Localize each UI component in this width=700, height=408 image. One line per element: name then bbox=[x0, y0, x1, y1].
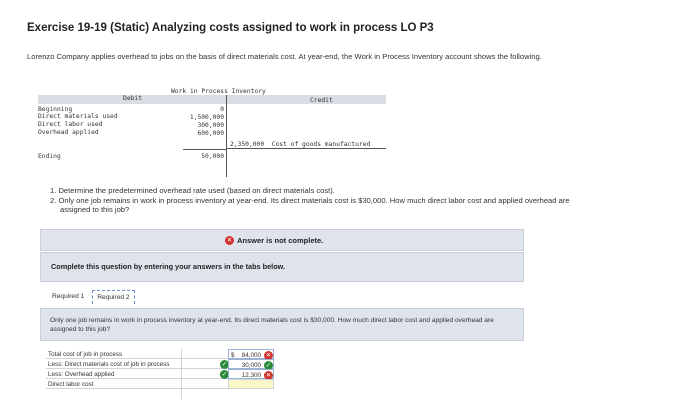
table-row: Less: Overhead applied ✓ 12,300 ✕ bbox=[46, 369, 274, 380]
debit-row-label: Direct materials used bbox=[38, 113, 118, 120]
debit-header: Debit bbox=[38, 95, 148, 104]
required-2-question-box: Only one job remains in work in process … bbox=[40, 308, 524, 341]
answer-status-banner: ✕ Answer is not complete. bbox=[40, 229, 524, 251]
credit-row-label: Cost of goods manufactured bbox=[271, 141, 371, 148]
row-label: Less: Overhead applied bbox=[48, 370, 115, 378]
t-account-divider bbox=[226, 95, 227, 177]
page-title: Exercise 19-19 (Static) Analyzing costs … bbox=[27, 22, 434, 34]
t-account-title: Work in Process Inventory bbox=[171, 88, 266, 95]
tab-required-1[interactable]: Required 1 bbox=[48, 290, 88, 304]
intro-text: Lorenzo Company applies overhead to jobs… bbox=[27, 52, 542, 61]
debit-row-value: 1,500,000 bbox=[189, 114, 224, 121]
row-label: Less: Direct materials cost of job in pr… bbox=[48, 360, 170, 368]
ending-sum-line bbox=[183, 149, 226, 150]
instructions-box: Complete this question by entering your … bbox=[40, 252, 524, 282]
debit-row-value: 600,000 bbox=[197, 130, 224, 137]
dollar-sign: $ bbox=[231, 351, 235, 359]
tab-bar: Required 1 Required 2 bbox=[48, 290, 135, 306]
row-label: Total cost of job in process bbox=[48, 350, 123, 358]
overhead-applied-input[interactable]: 12,300 ✕ bbox=[228, 369, 274, 380]
direct-labor-cost-cell bbox=[228, 379, 274, 389]
question-list: 1. Determine the predetermined overhead … bbox=[50, 186, 590, 215]
x-circle-icon: ✕ bbox=[225, 236, 234, 245]
required-2-question: Only one job remains in work in process … bbox=[50, 317, 494, 333]
answer-table: Total cost of job in process $ 84,000 ✕ … bbox=[46, 349, 274, 389]
total-cost-input[interactable]: $ 84,000 ✕ bbox=[228, 349, 274, 360]
t-account: Work in Process Inventory Debit Credit B… bbox=[38, 88, 386, 178]
credit-header: Credit bbox=[310, 97, 333, 104]
debit-row-label: Overhead applied bbox=[38, 129, 99, 136]
table-row: Total cost of job in process $ 84,000 ✕ bbox=[46, 349, 274, 360]
credit-underline bbox=[226, 148, 386, 149]
table-row: Direct labor cost bbox=[46, 379, 274, 389]
input-value: 12,300 bbox=[241, 371, 261, 379]
input-value: 84,000 bbox=[241, 351, 261, 359]
credit-row-value: 2,350,000 bbox=[230, 141, 265, 148]
question-2: 2. Only one job remains in work in proce… bbox=[50, 195, 570, 215]
answer-status-text: Answer is not complete. bbox=[237, 236, 324, 245]
answer-status: ✕ Answer is not complete. bbox=[225, 236, 323, 245]
ending-value: 50,000 bbox=[201, 153, 224, 160]
debit-row-label: Beginning bbox=[38, 106, 73, 113]
instructions-text: Complete this question by entering your … bbox=[51, 262, 286, 271]
tab-required-2[interactable]: Required 2 bbox=[92, 290, 135, 304]
row-label: Direct labor cost bbox=[48, 380, 94, 388]
debit-row-value: 300,000 bbox=[197, 122, 224, 129]
table-row: Less: Direct materials cost of job in pr… bbox=[46, 359, 274, 370]
question-1: 1. Determine the predetermined overhead … bbox=[50, 186, 335, 195]
direct-materials-input[interactable]: 30,000 ✓ bbox=[228, 359, 274, 370]
ending-label: Ending bbox=[38, 153, 61, 160]
input-value: 30,000 bbox=[241, 361, 261, 369]
debit-row-label: Direct labor used bbox=[38, 121, 103, 128]
debit-row-value: 0 bbox=[220, 106, 224, 113]
credit-row: 2,350,000 Cost of goods manufactured bbox=[230, 141, 370, 148]
